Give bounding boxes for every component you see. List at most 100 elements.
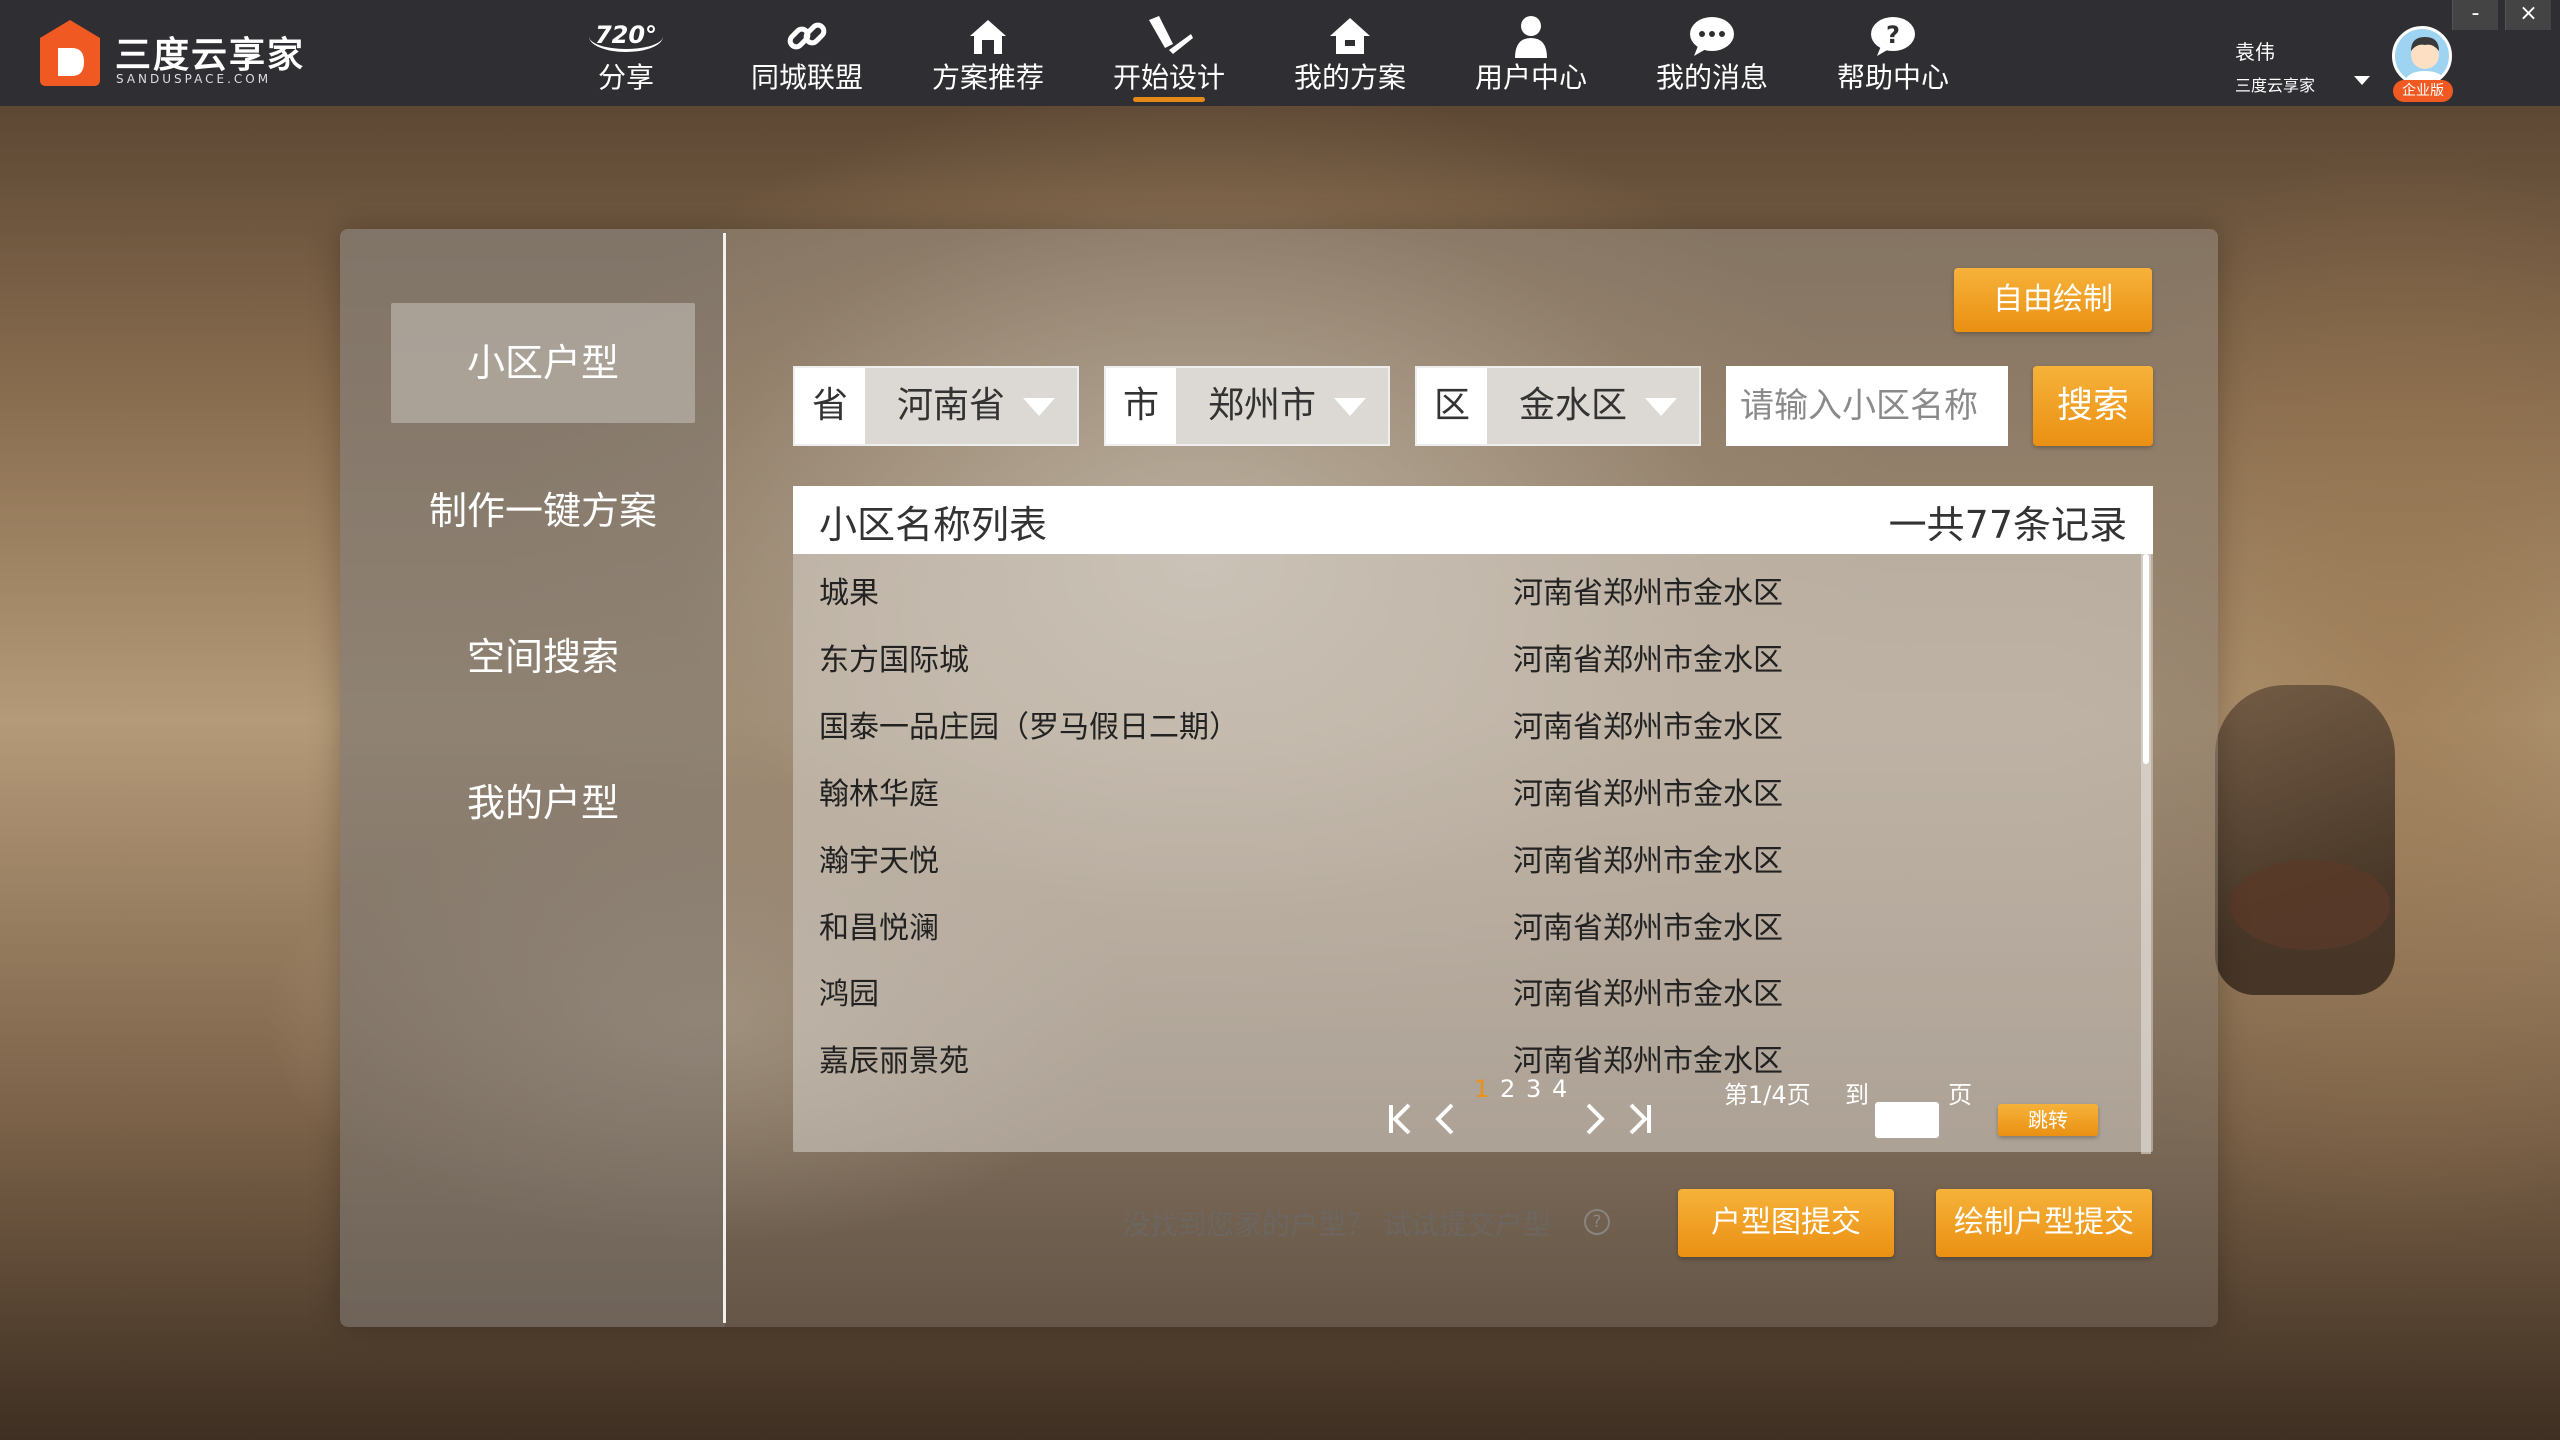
chevron-down-icon[interactable] (2354, 76, 2370, 85)
list-item[interactable]: 东方国际城 河南省郑州市金水区 (793, 621, 2133, 687)
chat-icon (1637, 10, 1787, 62)
list-item[interactable]: 鸿园 河南省郑州市金水区 (793, 955, 2133, 1021)
nav-city-alliance[interactable]: 同城联盟 (732, 10, 882, 102)
brand-name: 三度云享家 (115, 35, 306, 76)
sidebar-item-community-layouts[interactable]: 小区户型 (391, 303, 695, 423)
community-address: 河南省郑州市金水区 (1513, 576, 1783, 611)
help-question-icon[interactable]: ? (1584, 1209, 1610, 1235)
list-title: 小区名称列表 (819, 503, 1048, 547)
user-name[interactable]: 袁伟 (2235, 36, 2275, 65)
brush-ruler-icon (1094, 10, 1244, 62)
nav-label: 用户中心 (1474, 61, 1587, 94)
house-icon (913, 10, 1063, 62)
nav-my-messages[interactable]: 我的消息 (1637, 10, 1787, 102)
chevron-down-icon (1334, 398, 1366, 416)
community-address: 河南省郑州市金水区 (1513, 777, 1783, 812)
top-bar: 三度云享家 SANDUSPACE.COM 720° 分享 同城联盟 方案推荐 开… (0, 0, 2560, 106)
district-prefix: 区 (1417, 368, 1487, 444)
record-count: 一共77条记录 (1888, 503, 2127, 547)
page-1[interactable]: 1 (1474, 1075, 1489, 1103)
prev-page-icon[interactable] (1434, 1101, 1456, 1137)
submit-drawn-layout-button[interactable]: 绘制户型提交 (1936, 1189, 2152, 1257)
community-name: 和昌悦澜 (819, 911, 939, 946)
minimize-button[interactable]: - (2452, 0, 2498, 30)
app-logo-icon (40, 20, 100, 86)
province-prefix: 省 (795, 368, 865, 444)
submit-floorplan-button[interactable]: 户型图提交 (1678, 1189, 1894, 1257)
community-name: 东方国际城 (819, 643, 969, 678)
nav-label: 我的消息 (1655, 61, 1768, 94)
list-item[interactable]: 国泰一品庄园（罗马假日二期） 河南省郑州市金水区 (793, 688, 2133, 754)
help-text[interactable]: 没找到您家的户型？ 试试提交户型 (1122, 1203, 1551, 1243)
community-address: 河南省郑州市金水区 (1513, 911, 1783, 946)
community-name: 城果 (819, 576, 879, 611)
chevron-down-icon (1645, 398, 1677, 416)
community-address: 河南省郑州市金水区 (1513, 643, 1783, 678)
close-button[interactable]: × (2505, 0, 2551, 30)
page-3[interactable]: 3 (1526, 1075, 1541, 1103)
nav-label: 方案推荐 (931, 61, 1044, 94)
nav-label: 帮助中心 (1836, 61, 1949, 94)
home-icon (1275, 10, 1425, 62)
community-address: 河南省郑州市金水区 (1513, 844, 1783, 879)
community-name: 瀚宇天悦 (819, 844, 939, 879)
page-4[interactable]: 4 (1552, 1075, 1567, 1103)
nav-help-center[interactable]: ? 帮助中心 (1818, 10, 1968, 102)
link-icon (732, 10, 882, 62)
city-prefix: 市 (1106, 368, 1176, 444)
avatar[interactable] (2392, 26, 2452, 86)
nav-my-plans[interactable]: 我的方案 (1275, 10, 1425, 102)
nav-label: 同城联盟 (750, 61, 863, 94)
next-page-icon[interactable] (1584, 1101, 1606, 1137)
list-header: 小区名称列表 一共77条记录 (793, 486, 2153, 554)
list-item[interactable]: 城果 河南省郑州市金水区 (793, 554, 2133, 620)
first-page-icon[interactable] (1387, 1101, 1413, 1137)
sidebar-divider (723, 233, 726, 1323)
page-suffix: 页 (1948, 1081, 1972, 1109)
page-info: 第1/4页 (1724, 1081, 1811, 1109)
community-name: 翰林华庭 (819, 777, 939, 812)
nav-label: 我的方案 (1293, 61, 1406, 94)
page-2[interactable]: 2 (1500, 1075, 1515, 1103)
nav-start-design[interactable]: 开始设计 (1094, 10, 1244, 102)
city-select[interactable]: 市 郑州市 (1104, 366, 1390, 446)
design-panel: 小区户型 制作一键方案 空间搜索 我的户型 自由绘制 省 河南省 市 郑州市 区… (340, 229, 2218, 1327)
community-name: 嘉辰丽景苑 (819, 1044, 969, 1079)
list-item[interactable]: 翰林华庭 河南省郑州市金水区 (793, 755, 2133, 821)
list-scrollbar[interactable] (2141, 554, 2151, 1154)
chevron-down-icon (1023, 398, 1055, 416)
search-button[interactable]: 搜索 (2033, 366, 2153, 446)
svg-text:?: ? (1886, 21, 1900, 49)
list-item[interactable]: 和昌悦澜 河南省郑州市金水区 (793, 889, 2133, 955)
community-name: 国泰一品庄园（罗马假日二期） (819, 710, 1239, 745)
question-chat-icon: ? (1818, 10, 1968, 62)
scrollbar-thumb[interactable] (2143, 554, 2149, 764)
last-page-icon[interactable] (1627, 1101, 1653, 1137)
nav-plan-recommend[interactable]: 方案推荐 (913, 10, 1063, 102)
jump-button[interactable]: 跳转 (1998, 1104, 2098, 1136)
sidebar-item-space-search[interactable]: 空间搜索 (391, 597, 695, 717)
sidebar-item-my-layouts[interactable]: 我的户型 (391, 743, 695, 863)
community-address: 河南省郑州市金水区 (1513, 710, 1783, 745)
free-draw-button[interactable]: 自由绘制 (1954, 268, 2152, 332)
goto-page-input[interactable] (1875, 1102, 1939, 1138)
brand-domain: SANDUSPACE.COM (116, 72, 272, 86)
720-share-icon: 720° (551, 10, 701, 62)
sidebar-item-one-click-plan[interactable]: 制作一键方案 (391, 451, 695, 571)
district-select[interactable]: 区 金水区 (1415, 366, 1701, 446)
nav-share[interactable]: 720° 分享 (551, 10, 701, 102)
user-company[interactable]: 三度云享家 (2235, 72, 2315, 96)
nav-label: 分享 (597, 61, 654, 94)
province-select[interactable]: 省 河南省 (793, 366, 1079, 446)
community-address: 河南省郑州市金水区 (1513, 1044, 1783, 1079)
goto-label: 到 (1845, 1081, 1869, 1109)
list-item[interactable]: 嘉辰丽景苑 河南省郑州市金水区 (793, 1022, 2133, 1088)
community-search-input[interactable] (1726, 366, 2008, 446)
nav-user-center[interactable]: 用户中心 (1456, 10, 1606, 102)
list-item[interactable]: 瀚宇天悦 河南省郑州市金水区 (793, 822, 2133, 888)
community-address: 河南省郑州市金水区 (1513, 977, 1783, 1012)
sidebar: 小区户型 制作一键方案 空间搜索 我的户型 (340, 229, 725, 1327)
nav-label: 开始设计 (1112, 61, 1225, 94)
background-armchair-seat (2230, 860, 2390, 950)
enterprise-badge: 企业版 (2393, 80, 2453, 102)
